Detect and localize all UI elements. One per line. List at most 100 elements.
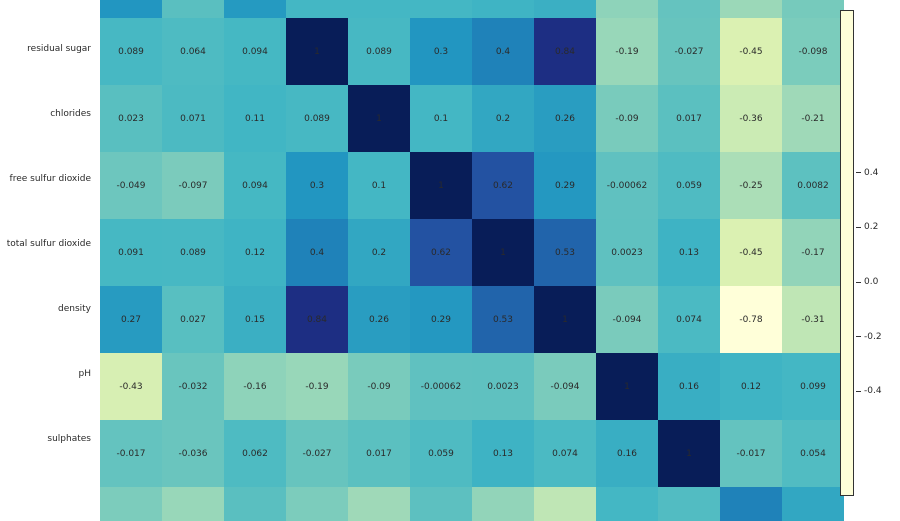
heatmap-cell: -0.098	[782, 18, 844, 85]
heatmap-cell: 0.074	[534, 420, 596, 487]
colorbar-tick: -0.2	[856, 332, 900, 342]
heatmap-cell: 0.12	[224, 219, 286, 286]
heatmap-cell: 0.3	[286, 152, 348, 219]
heatmap-cell: -0.21	[782, 85, 844, 152]
heatmap-cell	[472, 0, 534, 18]
heatmap-cell: 0.1	[410, 85, 472, 152]
heatmap-cell: 0.0023	[596, 219, 658, 286]
heatmap-cell: 0.15	[224, 286, 286, 353]
heatmap-cell: 0.064	[162, 18, 224, 85]
heatmap-cell	[348, 0, 410, 18]
colorbar-tick: 0.4	[856, 168, 900, 178]
correlation-heatmap: 0.0890.0640.09410.0890.30.40.84-0.19-0.0…	[100, 0, 820, 504]
heatmap-cell: 0.094	[224, 18, 286, 85]
heatmap-cell: 1	[472, 219, 534, 286]
heatmap-cell	[162, 487, 224, 521]
heatmap-cell: 0.62	[472, 152, 534, 219]
heatmap-cell	[782, 487, 844, 521]
heatmap-cell: 0.2	[472, 85, 534, 152]
heatmap-cell: 1	[658, 420, 720, 487]
heatmap-cell: -0.027	[286, 420, 348, 487]
heatmap-cell: 0.059	[658, 152, 720, 219]
heatmap-cell: 0.054	[782, 420, 844, 487]
heatmap-cell: -0.45	[720, 18, 782, 85]
heatmap-cell: 0.4	[472, 18, 534, 85]
heatmap-cell: 0.027	[162, 286, 224, 353]
heatmap-cell: 0.13	[472, 420, 534, 487]
heatmap-cell: 0.16	[658, 353, 720, 420]
heatmap-cell: 0.023	[100, 85, 162, 152]
heatmap-cell: 1	[596, 353, 658, 420]
heatmap-row-label: residual sugar	[0, 16, 95, 81]
heatmap-cell	[100, 487, 162, 521]
heatmap-cell	[720, 0, 782, 18]
heatmap-cell	[782, 0, 844, 18]
heatmap-cell	[224, 0, 286, 18]
heatmap-cell	[534, 0, 596, 18]
heatmap-cell: 0.089	[162, 219, 224, 286]
colorbar-tick: -0.4	[856, 386, 900, 396]
colorbar-tick-label: 0.2	[864, 222, 878, 232]
heatmap-cell	[162, 0, 224, 18]
heatmap-cell: 0.84	[534, 18, 596, 85]
heatmap-cell: 0.059	[410, 420, 472, 487]
heatmap-cell: 0.3	[410, 18, 472, 85]
heatmap-cell: 0.11	[224, 85, 286, 152]
colorbar	[840, 10, 854, 496]
colorbar-tick-label: -0.2	[864, 332, 882, 342]
heatmap-row-label: total sulfur dioxide	[0, 211, 95, 276]
heatmap-cell: -0.094	[534, 353, 596, 420]
heatmap-cell: 0.27	[100, 286, 162, 353]
heatmap-cell	[286, 487, 348, 521]
heatmap-cell: -0.36	[720, 85, 782, 152]
heatmap-cell: 0.071	[162, 85, 224, 152]
heatmap-y-axis: residual sugarchloridesfree sulfur dioxi…	[0, 0, 95, 504]
heatmap-cell: -0.032	[162, 353, 224, 420]
heatmap-row-label: pH	[0, 341, 95, 406]
heatmap-cell: 0.12	[720, 353, 782, 420]
heatmap-cell: 0.29	[410, 286, 472, 353]
heatmap-cell: -0.00062	[596, 152, 658, 219]
heatmap-cell: 0.26	[348, 286, 410, 353]
heatmap-cell: 1	[410, 152, 472, 219]
heatmap-cell: 0.089	[100, 18, 162, 85]
heatmap-cell: -0.17	[782, 219, 844, 286]
heatmap-cell: -0.78	[720, 286, 782, 353]
heatmap-cell: 0.099	[782, 353, 844, 420]
heatmap-cell: -0.017	[100, 420, 162, 487]
heatmap-cell: -0.036	[162, 420, 224, 487]
heatmap-grid: 0.0890.0640.09410.0890.30.40.84-0.19-0.0…	[100, 0, 844, 521]
heatmap-cell	[472, 487, 534, 521]
heatmap-cell	[224, 487, 286, 521]
heatmap-cell	[534, 487, 596, 521]
heatmap-cell: 1	[534, 286, 596, 353]
heatmap-cell: 0.53	[472, 286, 534, 353]
heatmap-cell: -0.027	[658, 18, 720, 85]
heatmap-cell: -0.094	[596, 286, 658, 353]
heatmap-cell: 0.017	[348, 420, 410, 487]
heatmap-cell	[658, 487, 720, 521]
colorbar-tick-label: -0.4	[864, 386, 882, 396]
colorbar-tick: 0.0	[856, 277, 900, 287]
heatmap-cell: -0.25	[720, 152, 782, 219]
heatmap-cell: -0.31	[782, 286, 844, 353]
heatmap-cell: 0.2	[348, 219, 410, 286]
heatmap-cell: -0.097	[162, 152, 224, 219]
colorbar-tick-label: 0.4	[864, 168, 878, 178]
heatmap-cell: 0.1	[348, 152, 410, 219]
heatmap-row-label: free sulfur dioxide	[0, 146, 95, 211]
heatmap-cell: -0.017	[720, 420, 782, 487]
heatmap-cell: 1	[348, 85, 410, 152]
heatmap-cell: -0.43	[100, 353, 162, 420]
heatmap-cell: 0.091	[100, 219, 162, 286]
heatmap-cell: 0.0023	[472, 353, 534, 420]
heatmap-cell: 0.089	[348, 18, 410, 85]
heatmap-cell: 0.0082	[782, 152, 844, 219]
heatmap-cell: 0.62	[410, 219, 472, 286]
heatmap-cell: -0.09	[348, 353, 410, 420]
heatmap-cell: -0.19	[286, 353, 348, 420]
heatmap-cell: 0.53	[534, 219, 596, 286]
heatmap-cell: 0.062	[224, 420, 286, 487]
heatmap-row-label: chlorides	[0, 81, 95, 146]
heatmap-cell: 0.26	[534, 85, 596, 152]
